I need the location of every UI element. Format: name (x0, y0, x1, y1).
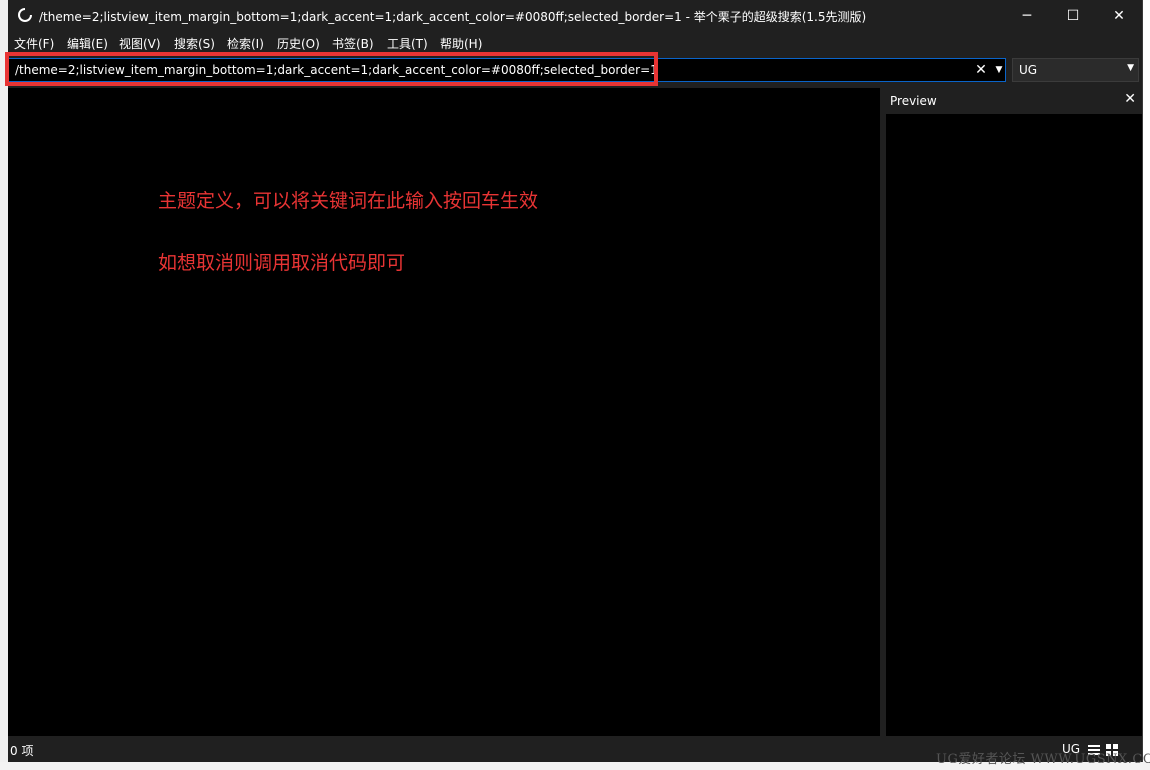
preview-header: Preview ✕ (886, 88, 1142, 114)
watermark: UG爱好者论坛 WWW.UGSNX.COM (936, 752, 1150, 767)
chevron-down-icon: ▼ (1127, 63, 1134, 73)
preview-pane: Preview ✕ (886, 88, 1142, 736)
menu-file[interactable]: 文件(F) (14, 35, 54, 52)
filter-select[interactable]: UG ▼ (1012, 58, 1139, 82)
app-logo-icon (18, 8, 32, 22)
menu-retrieve[interactable]: 检索(I) (227, 35, 264, 52)
menu-edit[interactable]: 编辑(E) (67, 35, 108, 52)
preview-close-icon[interactable]: ✕ (1124, 91, 1136, 107)
search-history-dropdown-icon[interactable]: ▼ (993, 63, 1005, 77)
menu-history[interactable]: 历史(O) (277, 35, 320, 52)
minimize-button[interactable]: ─ (1004, 0, 1050, 32)
filter-selected-value: UG (1019, 63, 1038, 77)
annotation-theme-hint: 主题定义，可以将关键词在此输入按回车生效 (158, 190, 539, 212)
window-title: /theme=2;listview_item_margin_bottom=1;d… (39, 10, 867, 24)
menu-view[interactable]: 视图(V) (119, 35, 161, 52)
title-bar: /theme=2;listview_item_margin_bottom=1;d… (8, 0, 1142, 32)
annotation-cancel-hint: 如想取消则调用取消代码即可 (158, 252, 406, 274)
clear-search-icon[interactable]: ✕ (973, 61, 989, 79)
search-highlight-annotation (5, 52, 658, 86)
preview-title: Preview (890, 94, 937, 108)
results-list[interactable]: 主题定义，可以将关键词在此输入按回车生效 如想取消则调用取消代码即可 (8, 88, 880, 736)
menu-bookmarks[interactable]: 书签(B) (332, 35, 374, 52)
background-window-strip (0, 0, 8, 770)
menu-help[interactable]: 帮助(H) (440, 35, 482, 52)
menu-search[interactable]: 搜索(S) (174, 35, 215, 52)
result-count: 0 项 (10, 744, 34, 758)
close-button[interactable]: ✕ (1096, 0, 1142, 32)
maximize-button[interactable]: ☐ (1050, 0, 1096, 32)
menu-bar: 文件(F) 编辑(E) 视图(V) 搜索(S) 检索(I) 历史(O) 书签(B… (8, 32, 1142, 52)
app-window: /theme=2;listview_item_margin_bottom=1;d… (8, 0, 1143, 762)
menu-tools[interactable]: 工具(T) (387, 35, 428, 52)
